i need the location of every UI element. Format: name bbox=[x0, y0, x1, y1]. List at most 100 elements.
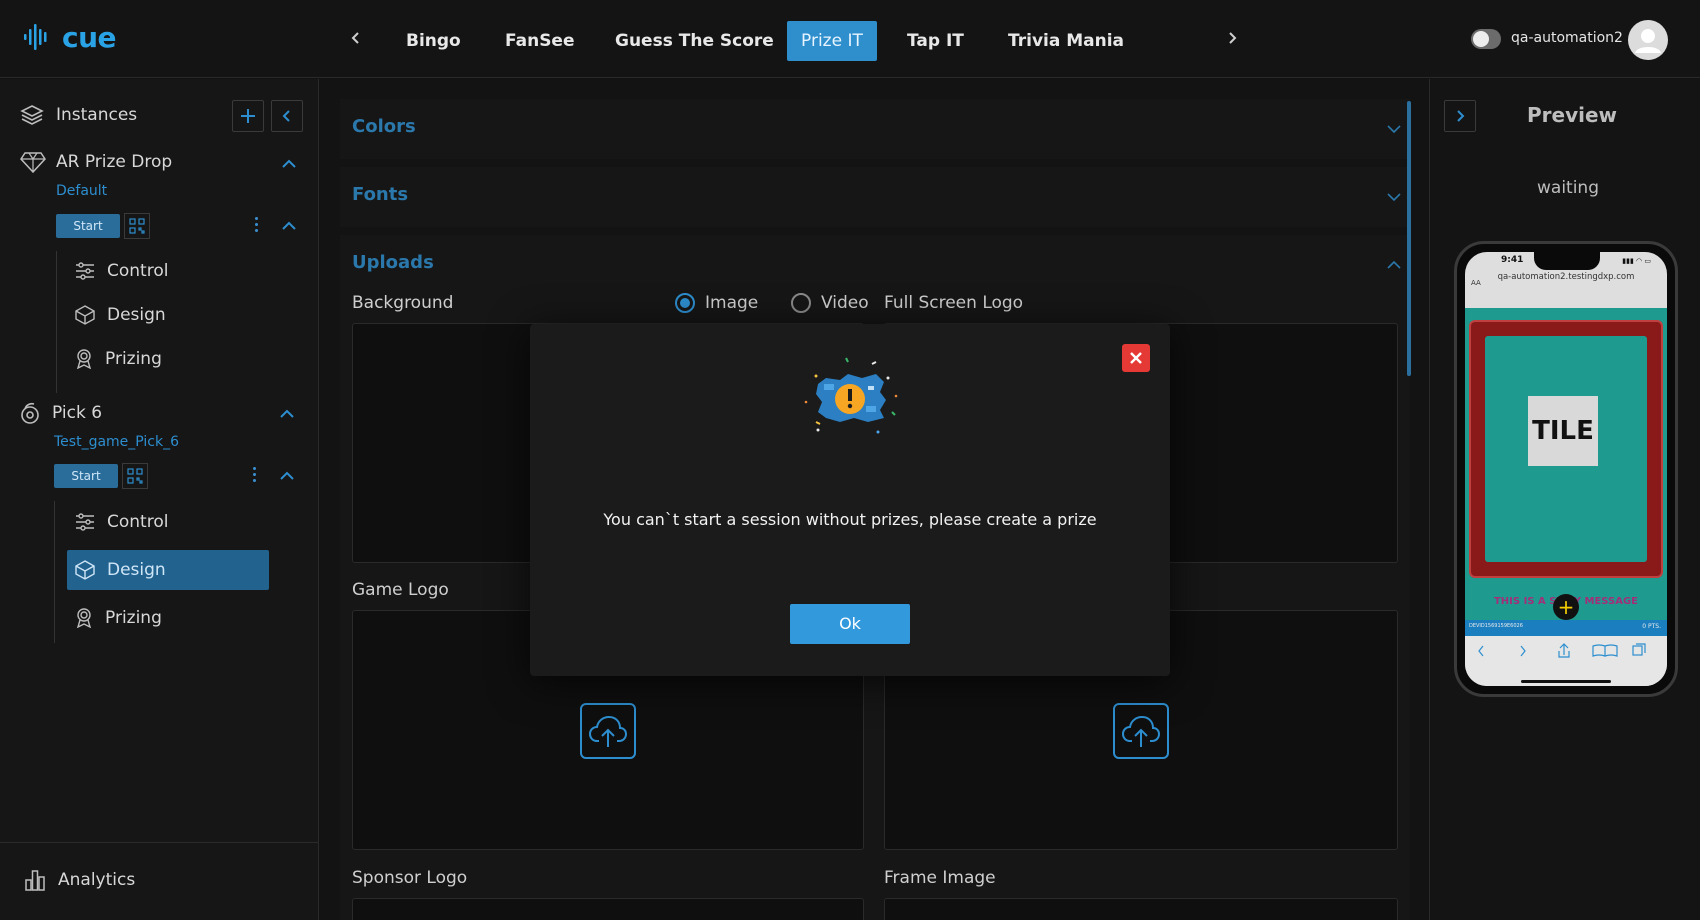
analytics-label: Analytics bbox=[58, 870, 136, 890]
points: 0 PTS. bbox=[1642, 623, 1661, 630]
chevron-right-icon bbox=[1229, 32, 1237, 44]
frame-image-label: Frame Image bbox=[884, 868, 996, 888]
colors-section-header[interactable]: Colors bbox=[340, 99, 1410, 159]
sidebar-item-design-active[interactable]: Design bbox=[67, 550, 269, 590]
sidebar-item-control[interactable]: Control bbox=[67, 251, 269, 291]
sidebar-item-label: Design bbox=[107, 560, 166, 580]
sidebar-footer: Analytics bbox=[0, 842, 319, 920]
avatar[interactable] bbox=[1628, 20, 1668, 60]
game-title-label: Pick 6 bbox=[52, 403, 103, 423]
tab-trivia-mania[interactable]: Trivia Mania bbox=[994, 21, 1138, 61]
radio-video[interactable]: Video bbox=[791, 293, 869, 313]
instances-title: Instances bbox=[56, 105, 138, 125]
qr-code-icon bbox=[129, 218, 145, 234]
start-button[interactable]: Start bbox=[56, 214, 120, 238]
collapse-preview-button[interactable] bbox=[1444, 100, 1476, 132]
chevron-up-icon[interactable] bbox=[279, 406, 295, 422]
instances-header: Instances bbox=[20, 104, 137, 126]
background-label: Background bbox=[352, 293, 454, 313]
tab-tap-it[interactable]: Tap IT bbox=[893, 21, 978, 61]
section-title: Colors bbox=[352, 116, 416, 137]
frame-image-dropzone[interactable] bbox=[884, 898, 1398, 920]
sidebar-item-control[interactable]: Control bbox=[67, 502, 269, 542]
cloud-upload-icon bbox=[1121, 715, 1161, 747]
sidebar-item-label: Control bbox=[107, 512, 169, 532]
alert-modal: You can`t start a session without prizes… bbox=[530, 324, 1170, 676]
analytics-link[interactable]: Analytics bbox=[24, 869, 135, 891]
cue-logo[interactable]: cue bbox=[22, 20, 117, 54]
sponsor-logo-label: Sponsor Logo bbox=[352, 868, 468, 888]
tab-fansee[interactable]: FanSee bbox=[491, 21, 589, 61]
logo-text: cue bbox=[62, 20, 117, 54]
qr-code-icon bbox=[127, 468, 143, 484]
more-options-icon[interactable] bbox=[253, 467, 257, 482]
username-label[interactable]: qa-automation2 bbox=[1511, 30, 1623, 46]
cube-icon bbox=[75, 305, 95, 325]
start-button[interactable]: Start bbox=[54, 464, 118, 488]
preview-title: Preview bbox=[1527, 103, 1618, 127]
chevron-down-icon bbox=[1387, 193, 1401, 202]
bar-chart-icon bbox=[25, 870, 45, 891]
chevron-left-icon bbox=[351, 32, 359, 44]
ok-button[interactable]: Ok bbox=[790, 604, 910, 644]
theme-toggle[interactable] bbox=[1471, 29, 1501, 49]
instance-name[interactable]: Test_game_Pick_6 bbox=[54, 434, 179, 450]
nav-next-button[interactable] bbox=[1220, 26, 1244, 50]
cube-icon bbox=[75, 560, 95, 580]
sliders-icon bbox=[76, 513, 94, 531]
modal-message: You can`t start a session without prizes… bbox=[603, 510, 1097, 529]
upload-button[interactable] bbox=[1113, 703, 1169, 759]
close-icon bbox=[1130, 352, 1142, 364]
home-indicator bbox=[1521, 680, 1611, 683]
chevron-up-icon[interactable] bbox=[279, 468, 295, 484]
cloud-upload-icon bbox=[588, 715, 628, 747]
qr-code-button[interactable] bbox=[122, 463, 148, 489]
device-id: DEVID1569159E6026 bbox=[1469, 623, 1523, 629]
game-logo-label: Game Logo bbox=[352, 580, 449, 600]
sidebar-item-design[interactable]: Design bbox=[67, 295, 269, 335]
fonts-section-header[interactable]: Fonts bbox=[340, 167, 1410, 227]
phone-notch bbox=[1534, 252, 1600, 270]
safari-toolbar bbox=[1465, 636, 1667, 686]
safari-toolbar-icons bbox=[1478, 643, 1646, 658]
game-ar-prize-drop[interactable]: AR Prize Drop bbox=[20, 151, 172, 173]
award-icon bbox=[76, 608, 92, 628]
sponsor-logo-dropzone[interactable] bbox=[352, 898, 864, 920]
sidebar-item-label: Prizing bbox=[105, 349, 162, 369]
tab-guess-the-score[interactable]: Guess The Score bbox=[601, 21, 788, 61]
sidebar-item-label: Control bbox=[107, 261, 169, 281]
radio-dot bbox=[791, 293, 811, 313]
sidebar-item-prizing[interactable]: Prizing bbox=[67, 339, 269, 379]
qr-code-button[interactable] bbox=[124, 213, 150, 239]
tab-prize-it[interactable]: Prize IT bbox=[787, 21, 877, 61]
tab-bingo[interactable]: Bingo bbox=[392, 21, 475, 61]
top-bar: cue Bingo FanSee Guess The Score Prize I… bbox=[0, 0, 1700, 78]
chevron-up-icon[interactable] bbox=[281, 218, 297, 234]
modal-close-button[interactable] bbox=[1122, 344, 1150, 372]
game-pick-6[interactable]: Pick 6 bbox=[18, 401, 102, 425]
chevron-up-icon bbox=[1387, 260, 1401, 269]
scrollbar-thumb[interactable] bbox=[1407, 101, 1411, 376]
warning-illustration-icon bbox=[804, 357, 898, 434]
instance-name[interactable]: Default bbox=[56, 183, 107, 199]
sidebar-item-label: Prizing bbox=[105, 608, 162, 628]
collapse-sidebar-button[interactable] bbox=[271, 100, 303, 132]
add-instance-button[interactable] bbox=[232, 100, 264, 132]
more-options-icon[interactable] bbox=[255, 217, 259, 232]
status-time: 9:41 bbox=[1501, 255, 1524, 265]
phone-mockup: 9:41 ▮▮▮ ◠ ▭ AA qa-automation2.testingdx… bbox=[1454, 241, 1678, 697]
award-icon bbox=[76, 349, 92, 369]
chevron-up-icon[interactable] bbox=[281, 156, 297, 172]
radio-image[interactable]: Image bbox=[675, 293, 758, 313]
tile-card: TILE bbox=[1528, 396, 1598, 466]
status-icons: ▮▮▮ ◠ ▭ bbox=[1622, 257, 1651, 265]
radio-label: Video bbox=[821, 293, 869, 313]
tree-line bbox=[54, 501, 55, 643]
phone-screen: 9:41 ▮▮▮ ◠ ▭ AA qa-automation2.testingdx… bbox=[1465, 252, 1667, 686]
nav-prev-button[interactable] bbox=[344, 26, 368, 50]
sliders-icon bbox=[76, 262, 94, 280]
sidebar-item-prizing[interactable]: Prizing bbox=[67, 598, 269, 638]
preview-status: waiting bbox=[1537, 178, 1599, 198]
section-title: Fonts bbox=[352, 184, 409, 205]
upload-button[interactable] bbox=[580, 703, 636, 759]
